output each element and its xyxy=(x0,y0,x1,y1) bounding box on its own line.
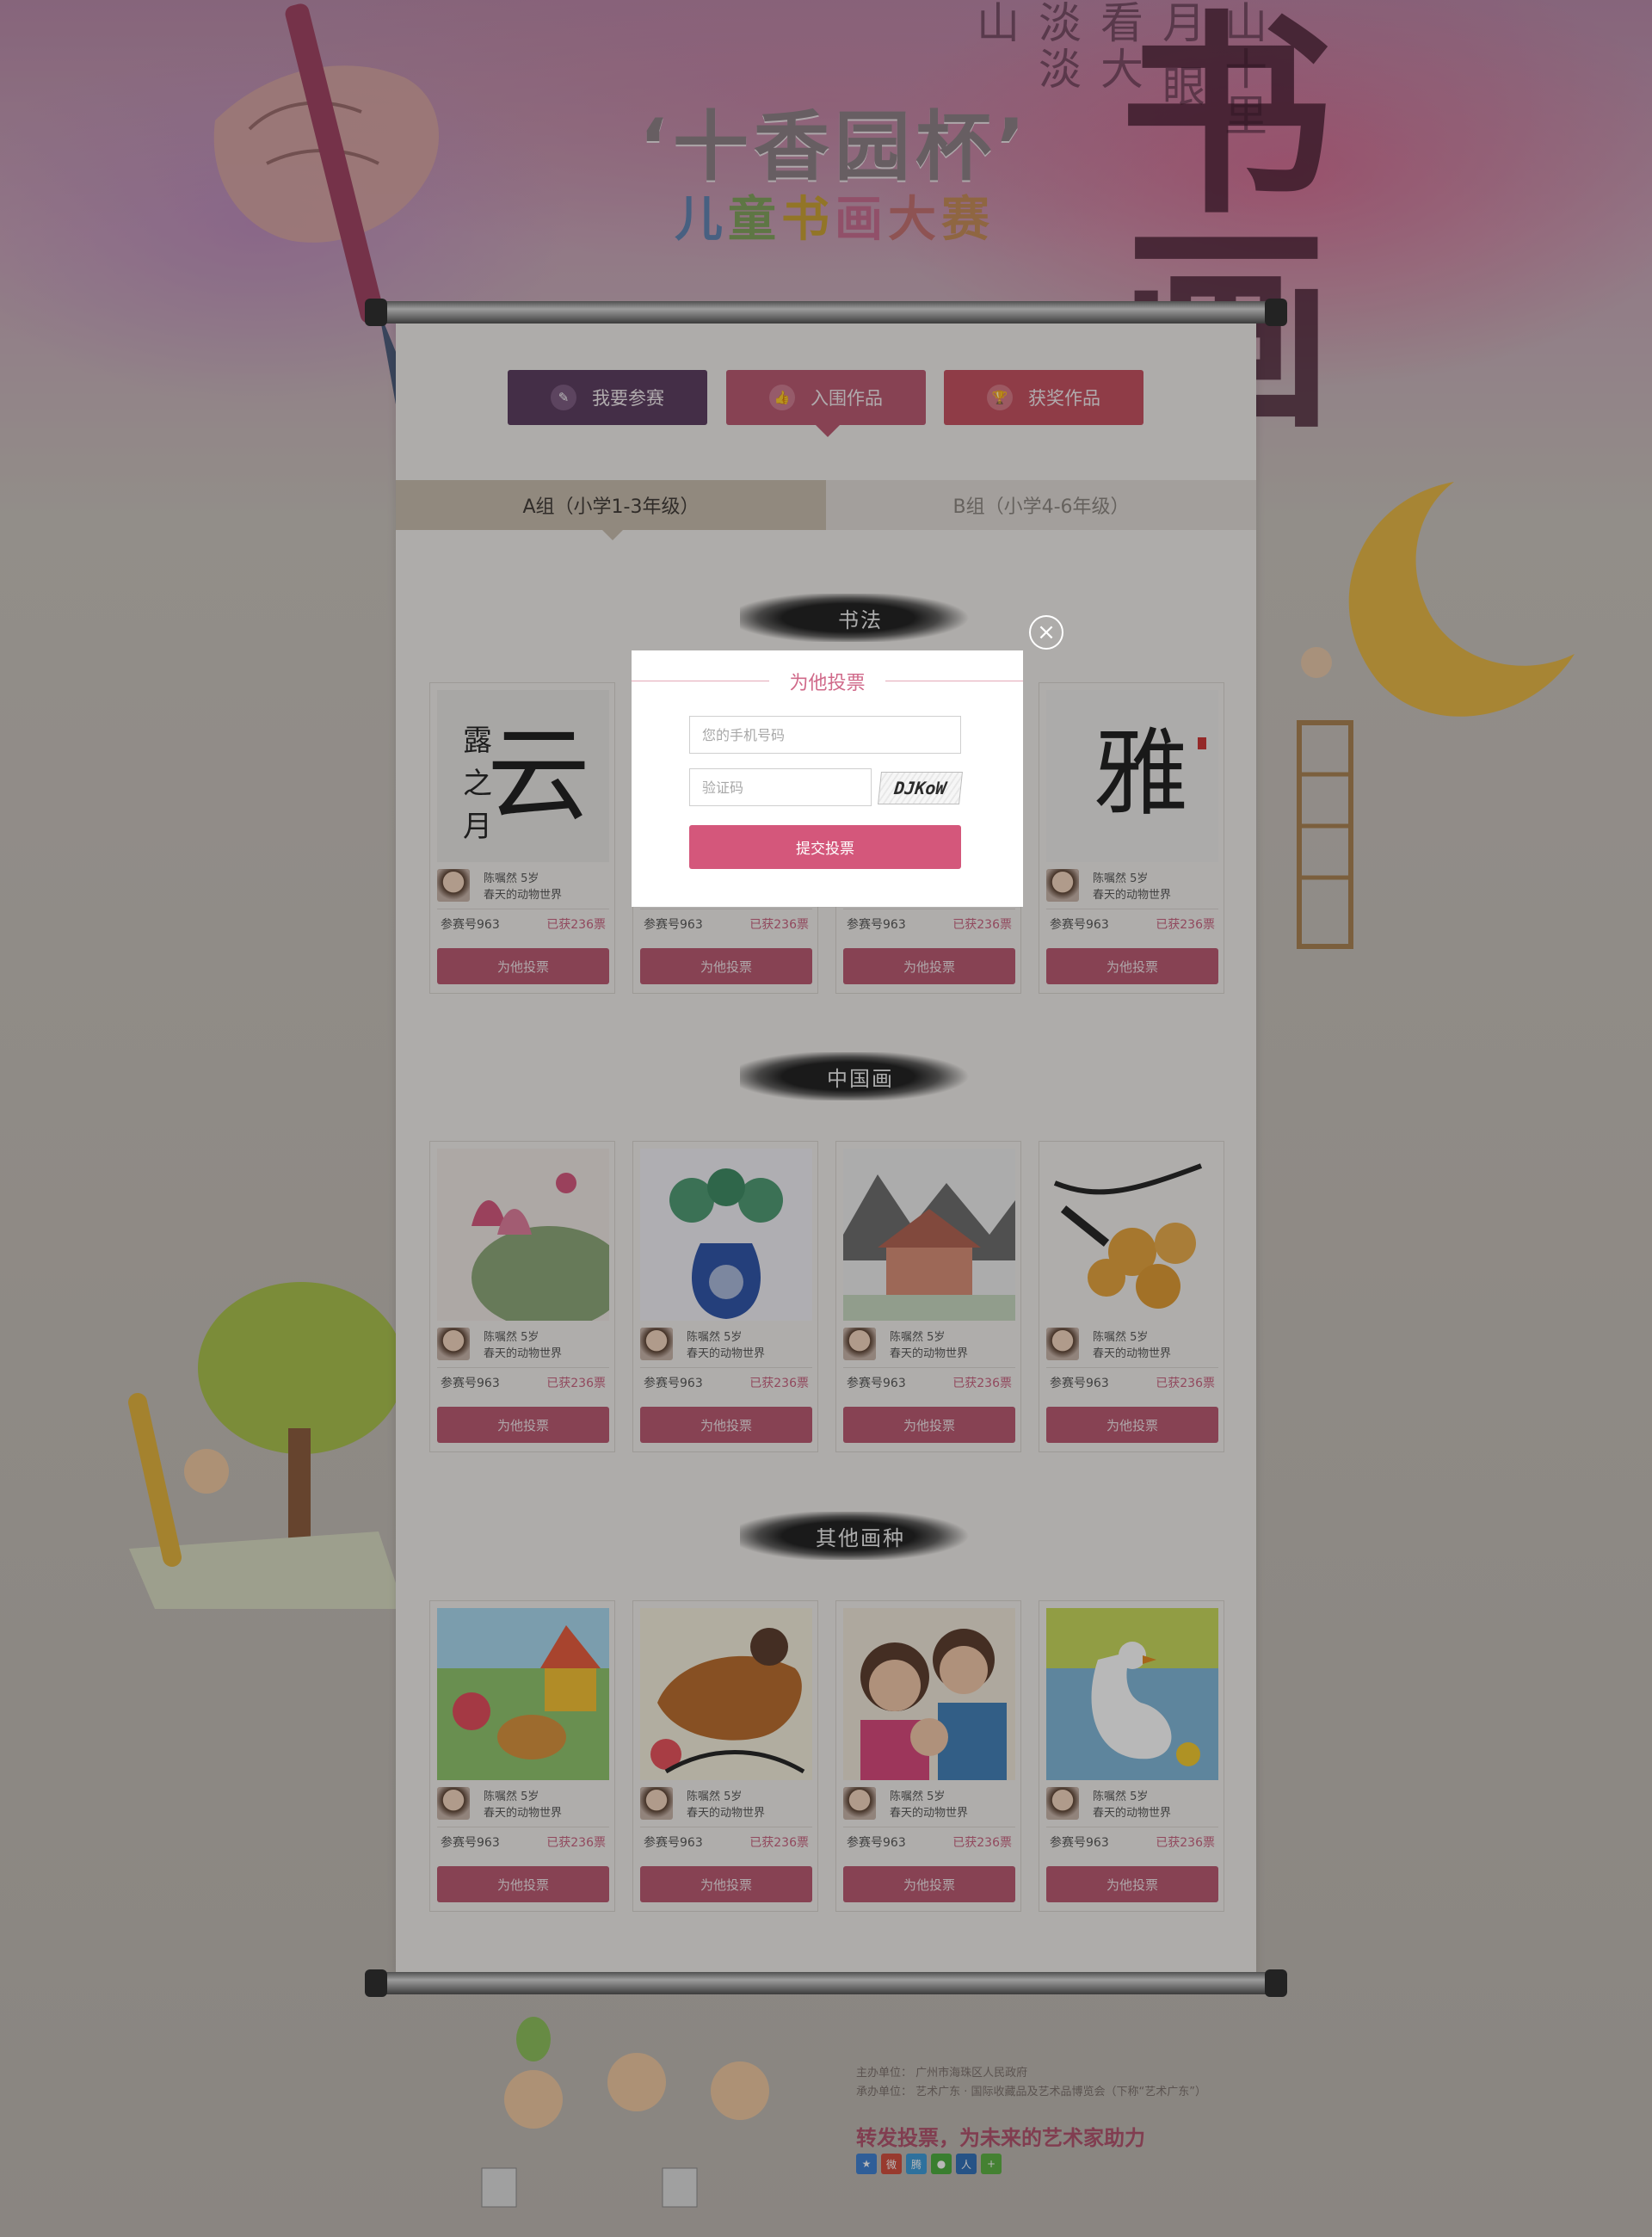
captcha-code-input[interactable] xyxy=(689,768,872,806)
close-icon[interactable]: × xyxy=(1029,615,1063,650)
phone-number-input[interactable] xyxy=(689,716,961,754)
modal-overlay[interactable] xyxy=(0,0,1652,2237)
vote-dialog: 为他投票 DJKoW 提交投票 xyxy=(632,650,1023,907)
submit-vote-button[interactable]: 提交投票 xyxy=(689,825,961,869)
dialog-title: 为他投票 xyxy=(789,673,866,694)
captcha-image[interactable]: DJKoW xyxy=(878,772,963,804)
